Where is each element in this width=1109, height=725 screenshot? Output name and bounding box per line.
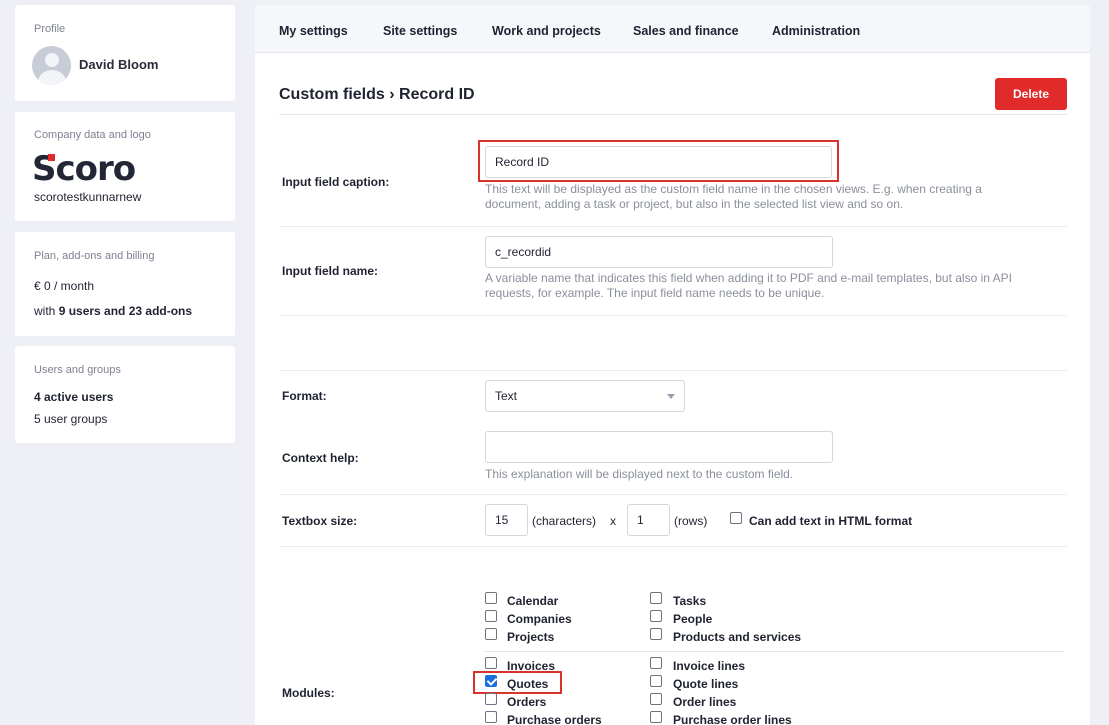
row-divider [279,494,1067,495]
textbox-size-label: Textbox size: [282,514,358,528]
row-divider [279,226,1067,227]
caption-label: Input field caption: [282,175,390,189]
module-calendar-checkbox[interactable] [485,592,497,604]
textbox-chars-input[interactable]: 15 [485,504,528,536]
nav-site-settings[interactable]: Site settings [383,24,457,38]
company-card-title: Company data and logo [34,129,151,141]
module-calendar-label[interactable]: Calendar [507,594,558,608]
module-invoice-lines-label[interactable]: Invoice lines [673,659,745,673]
nav-work-and-projects[interactable]: Work and projects [492,24,601,38]
top-nav: My settings Site settings Work and proje… [255,5,1090,53]
company-card[interactable]: Company data and logo Scoro scorotestkun… [15,112,235,221]
module-tasks-label[interactable]: Tasks [673,594,706,608]
profile-name[interactable]: David Bloom [79,57,158,72]
module-companies-checkbox[interactable] [485,610,497,622]
format-select[interactable]: Text [485,380,685,412]
plan-card[interactable]: Plan, add-ons and billing € 0 / month wi… [15,232,235,336]
module-purchase-order-lines-label[interactable]: Purchase order lines [673,713,792,725]
row-divider [279,315,1067,316]
textbox-rows-unit: (rows) [674,514,708,528]
title-divider [279,114,1067,115]
user-groups[interactable]: 5 user groups [34,412,107,426]
module-invoices-label[interactable]: Invoices [507,659,555,673]
context-help-label: Context help: [282,451,359,465]
main-panel: My settings Site settings Work and proje… [255,5,1090,725]
company-name: scorotestkunnarnew [34,190,142,204]
caption-help-line2: document, adding a task or project, but … [485,197,904,211]
module-purchase-orders-label[interactable]: Purchase orders [507,713,602,725]
textbox-rows-input[interactable]: 1 [627,504,670,536]
delete-button[interactable]: Delete [995,78,1067,110]
module-tasks-checkbox[interactable] [650,592,662,604]
plan-users-addons-value: 9 users and 23 add-ons [58,304,193,318]
caption-help-line1: This text will be displayed as the custo… [485,182,982,196]
module-quotes-label[interactable]: Quotes [507,677,548,691]
module-products-and-services-label[interactable]: Products and services [673,630,801,644]
logo-accent-icon [48,154,55,161]
module-purchase-orders-checkbox[interactable] [485,711,497,723]
nav-sales-and-finance[interactable]: Sales and finance [633,24,739,38]
module-projects-checkbox[interactable] [485,628,497,640]
module-orders-label[interactable]: Orders [507,695,546,709]
module-companies-label[interactable]: Companies [507,612,572,626]
avatar[interactable] [32,46,71,85]
name-input[interactable]: c_recordid [485,236,833,268]
users-card-title: Users and groups [34,364,121,376]
caption-help: This text will be displayed as the custo… [485,182,982,212]
plan-card-title: Plan, add-ons and billing [34,250,155,262]
html-format-label[interactable]: Can add text in HTML format [749,514,912,528]
module-quote-lines-label[interactable]: Quote lines [673,677,738,691]
module-invoice-lines-checkbox[interactable] [650,657,662,669]
row-divider [279,370,1067,371]
module-orders-checkbox[interactable] [485,693,497,705]
name-help: A variable name that indicates this fiel… [485,271,1012,301]
plan-price: € 0 / month [34,279,95,293]
textbox-times: x [610,514,616,528]
nav-administration[interactable]: Administration [772,24,860,38]
profile-card-title: Profile [34,23,66,35]
module-order-lines-checkbox[interactable] [650,693,662,705]
format-select-value: Text [495,389,518,403]
modules-group-divider [485,651,1064,652]
module-purchase-order-lines-checkbox[interactable] [650,711,662,723]
context-help-input[interactable] [485,431,833,463]
caption-input[interactable]: Record ID [485,146,832,178]
name-help-line1: A variable name that indicates this fiel… [485,271,1012,285]
module-people-label[interactable]: People [673,612,712,626]
context-help-text: This explanation will be displayed next … [485,467,794,481]
module-invoices-checkbox[interactable] [485,657,497,669]
chevron-down-icon [667,394,675,399]
module-people-checkbox[interactable] [650,610,662,622]
active-users[interactable]: 4 active users [34,390,113,404]
company-logo: Scoro [32,152,142,186]
module-products-and-services-checkbox[interactable] [650,628,662,640]
name-help-line2: requests, for example. The input field n… [485,286,825,300]
html-format-checkbox[interactable] [730,512,742,524]
textbox-chars-unit: (characters) [532,514,597,528]
plan-users-addons: with 9 users and 23 add-ons [34,304,192,318]
profile-card[interactable]: Profile David Bloom [15,5,235,101]
row-divider [279,546,1067,547]
name-label: Input field name: [282,264,378,278]
format-label: Format: [282,389,327,403]
users-card[interactable]: Users and groups 4 active users 5 user g… [15,346,235,443]
module-quote-lines-checkbox[interactable] [650,675,662,687]
nav-my-settings[interactable]: My settings [279,24,348,38]
modules-label: Modules: [282,686,335,700]
plan-with: with [34,304,56,318]
module-order-lines-label[interactable]: Order lines [673,695,736,709]
module-quotes-checkbox[interactable] [485,675,497,687]
module-projects-label[interactable]: Projects [507,630,554,644]
page-title: Custom fields › Record ID [279,86,475,103]
